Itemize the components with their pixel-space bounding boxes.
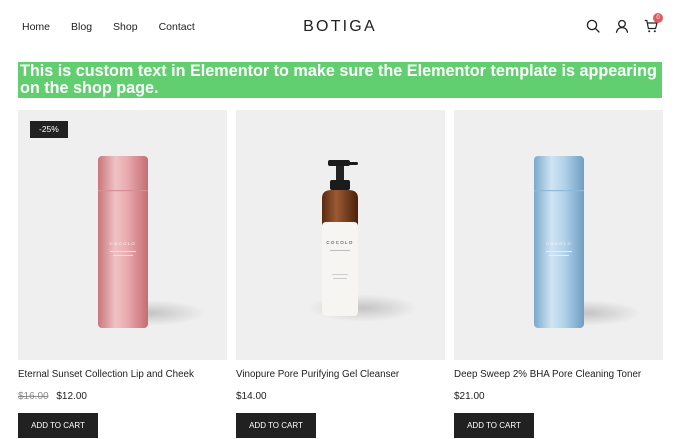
old-price: $16.00 bbox=[18, 391, 49, 402]
sale-price: $12.00 bbox=[56, 391, 87, 402]
blue-tube-bottle-image: COCOLO bbox=[534, 156, 584, 328]
add-to-cart-button[interactable]: ADD TO CART bbox=[18, 413, 98, 438]
add-to-cart-button[interactable]: ADD TO CART bbox=[454, 413, 534, 438]
product-image[interactable]: COCOLO bbox=[236, 110, 445, 360]
banner-text: This is custom text in Elementor to make… bbox=[20, 62, 657, 97]
product-card: COCOLO Vinopure Pore Purifying Gel Clean… bbox=[236, 110, 445, 438]
sale-badge: -25% bbox=[30, 121, 68, 138]
product-price: $14.00 bbox=[236, 390, 445, 404]
pink-tube-bottle-image: COCOLO bbox=[98, 156, 148, 328]
search-icon[interactable] bbox=[586, 19, 600, 33]
product-price: $21.00 bbox=[454, 390, 663, 404]
price: $21.00 bbox=[454, 391, 485, 402]
cart-count-badge: 0 bbox=[653, 13, 663, 23]
price: $14.00 bbox=[236, 391, 267, 402]
site-header: Home Blog Shop Contact BOTIGA 0 bbox=[0, 0, 680, 56]
add-to-cart-button[interactable]: ADD TO CART bbox=[236, 413, 316, 438]
site-logo[interactable]: BOTIGA bbox=[0, 18, 680, 36]
header-icons: 0 bbox=[586, 13, 663, 33]
cart-icon[interactable]: 0 bbox=[644, 13, 663, 33]
svg-text:COCOLO: COCOLO bbox=[546, 241, 572, 246]
svg-text:COCOLO: COCOLO bbox=[110, 241, 136, 246]
cleanser-pump-bottle-image: COCOLO bbox=[322, 160, 358, 316]
product-title[interactable]: Deep Sweep 2% BHA Pore Cleaning Toner bbox=[454, 368, 663, 382]
elementor-custom-banner: This is custom text in Elementor to make… bbox=[18, 62, 662, 98]
product-title[interactable]: Vinopure Pore Purifying Gel Cleanser bbox=[236, 368, 445, 382]
product-title[interactable]: Eternal Sunset Collection Lip and Cheek bbox=[18, 368, 227, 382]
svg-text:COCOLO: COCOLO bbox=[326, 240, 353, 245]
product-price: $16.00 $12.00 bbox=[18, 390, 227, 404]
user-icon[interactable] bbox=[615, 19, 629, 33]
product-image[interactable]: COCOLO bbox=[454, 110, 663, 360]
product-card: -25% COCOLO Eternal Sunset Collection Li… bbox=[18, 110, 227, 438]
product-card: COCOLO Deep Sweep 2% BHA Pore Cleaning T… bbox=[454, 110, 663, 438]
product-image[interactable]: -25% COCOLO bbox=[18, 110, 227, 360]
